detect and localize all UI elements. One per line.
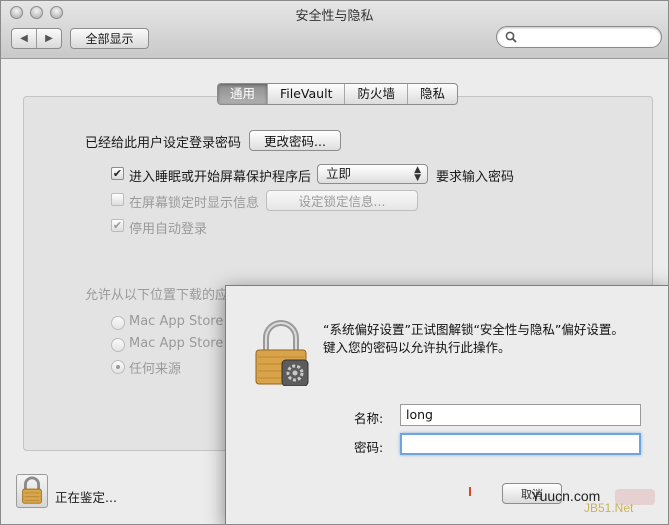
disable-autologin-checkbox[interactable]: ✔ — [111, 219, 124, 232]
preferences-window: 安全性与隐私 ◀ ▶ 全部显示 通用 FileVault 防火墙 隐私 已经给此… — [0, 0, 669, 525]
tab-filevault[interactable]: FileVault — [267, 84, 344, 104]
auth-status-text: 正在鉴定... — [55, 490, 117, 505]
radio-mac-app-store-identified-label: Mac App Store — [129, 336, 224, 351]
radio-mac-app-store-identified[interactable] — [111, 338, 125, 352]
forward-button[interactable]: ▶ — [36, 29, 61, 48]
red-marker — [469, 487, 471, 496]
set-lock-message-button[interactable]: 设定锁定信息... — [266, 190, 418, 211]
checkmark-icon: ✔ — [112, 219, 123, 232]
require-password-checkbox[interactable]: ✔ — [111, 167, 124, 180]
radio-anywhere-label: 任何来源 — [129, 362, 182, 377]
tab-bar: 通用 FileVault 防火墙 隐私 — [217, 83, 459, 105]
show-all-button[interactable]: 全部显示 — [70, 28, 149, 49]
lock-button[interactable] — [16, 474, 48, 508]
tab-privacy[interactable]: 隐私 — [407, 84, 457, 104]
back-forward-group: ◀ ▶ — [11, 28, 62, 49]
back-button[interactable]: ◀ — [12, 29, 36, 48]
auth-message-line1: “系统偏好设置”正试图解锁“安全性与隐私”偏好设置。 — [323, 322, 624, 337]
tab-general[interactable]: 通用 — [218, 84, 268, 104]
require-password-suffix: 要求输入密码 — [436, 170, 515, 185]
allow-apps-label: 允许从以下位置下载的应 — [85, 288, 229, 303]
password-delay-select[interactable]: 立即 ▲ ▼ — [317, 164, 428, 184]
checkmark-icon: ✔ — [112, 167, 123, 180]
search-input[interactable] — [496, 26, 662, 48]
show-message-label: 在屏幕锁定时显示信息 — [129, 196, 260, 211]
back-arrow-icon: ◀ — [20, 33, 28, 44]
title-bar: 安全性与隐私 ◀ ▶ 全部显示 — [1, 1, 668, 59]
name-label: 名称: — [354, 411, 384, 426]
watermark-text-2: JB51.Net — [584, 501, 634, 515]
window-title: 安全性与隐私 — [295, 9, 374, 24]
radio-mac-app-store-label: Mac App Store — [129, 314, 224, 329]
auth-message-line2: 键入您的密码以允许执行此操作。 — [323, 340, 511, 355]
search-icon — [505, 31, 517, 43]
disable-autologin-label: 停用自动登录 — [129, 222, 208, 237]
lock-icon — [22, 476, 42, 504]
tab-firewall[interactable]: 防火墙 — [344, 84, 407, 104]
radio-mac-app-store[interactable] — [111, 316, 125, 330]
radio-anywhere[interactable] — [111, 360, 125, 374]
password-field[interactable] — [400, 433, 641, 455]
require-password-label: 进入睡眠或开始屏幕保护程序后 — [129, 170, 312, 185]
password-label: 密码: — [354, 440, 384, 455]
padlock-icon — [255, 320, 309, 386]
show-message-checkbox[interactable] — [111, 193, 124, 206]
change-password-button[interactable]: 更改密码... — [249, 130, 341, 151]
name-field[interactable]: long — [400, 404, 641, 426]
password-delay-value: 立即 — [326, 166, 352, 181]
auth-dialog: “系统偏好设置”正试图解锁“安全性与隐私”偏好设置。 键入您的密码以允许执行此操… — [225, 285, 668, 524]
forward-arrow-icon: ▶ — [45, 33, 53, 44]
password-set-text: 已经给此用户设定登录密码 — [85, 136, 242, 151]
auth-message: “系统偏好设置”正试图解锁“安全性与隐私”偏好设置。 键入您的密码以允许执行此操… — [323, 321, 624, 357]
select-arrows-icon: ▲ ▼ — [414, 165, 421, 183]
